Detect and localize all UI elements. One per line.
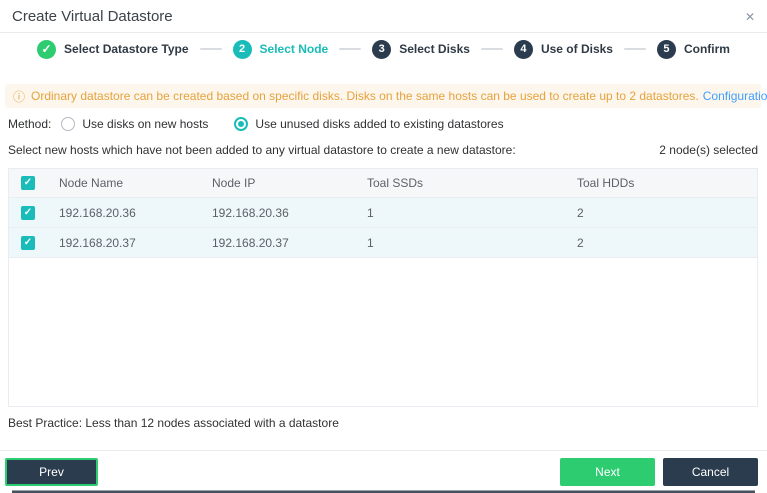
column-header-node-ip: Node IP bbox=[200, 176, 355, 190]
best-practice-note: Best Practice: Less than 12 nodes associ… bbox=[8, 416, 339, 430]
step-1-done-check-icon: ✓ bbox=[37, 40, 56, 59]
method-label: Method: bbox=[8, 117, 51, 131]
step-divider bbox=[200, 48, 222, 50]
cell-node-name: 192.168.20.36 bbox=[47, 206, 200, 220]
close-icon[interactable]: ✕ bbox=[745, 9, 755, 25]
row-checkbox[interactable]: ✓ bbox=[21, 236, 35, 250]
next-button[interactable]: Next bbox=[560, 458, 655, 486]
node-table: ✓ Node Name Node IP Toal SSDs Toal HDDs … bbox=[8, 168, 758, 407]
step-divider bbox=[624, 48, 646, 50]
step-5-label: Confirm bbox=[684, 42, 730, 56]
radio-option-label: Use disks on new hosts bbox=[82, 117, 208, 131]
column-header-node-name: Node Name bbox=[47, 176, 200, 190]
row-checkbox[interactable]: ✓ bbox=[21, 206, 35, 220]
step-5-number: 5 bbox=[657, 40, 676, 59]
cell-toal-ssds: 1 bbox=[355, 206, 565, 220]
info-icon: ⓘ bbox=[13, 88, 25, 105]
step-use-of-disks: 4 Use of Disks bbox=[514, 40, 613, 59]
radio-use-disks-on-new-hosts[interactable]: Use disks on new hosts bbox=[61, 117, 208, 131]
wizard-stepper: ✓ Select Datastore Type 2 Select Node 3 … bbox=[0, 36, 767, 62]
step-4-number: 4 bbox=[514, 40, 533, 59]
step-2-number: 2 bbox=[233, 40, 252, 59]
cancel-button[interactable]: Cancel bbox=[663, 458, 758, 486]
select-all-checkbox[interactable]: ✓ bbox=[21, 176, 35, 190]
instruction-row: Select new hosts which have not been add… bbox=[8, 143, 758, 157]
step-3-number: 3 bbox=[372, 40, 391, 59]
table-header-row: ✓ Node Name Node IP Toal SSDs Toal HDDs bbox=[9, 169, 757, 198]
table-empty-area bbox=[9, 258, 757, 406]
configuration-guide-link[interactable]: Configuration Guide bbox=[703, 89, 767, 103]
cell-node-name: 192.168.20.37 bbox=[47, 236, 200, 250]
select-hosts-instruction: Select new hosts which have not been add… bbox=[8, 143, 516, 157]
cell-node-ip: 192.168.20.37 bbox=[200, 236, 355, 250]
column-header-toal-hdds: Toal HDDs bbox=[565, 176, 757, 190]
table-row[interactable]: ✓ 192.168.20.36 192.168.20.36 1 2 bbox=[9, 198, 757, 228]
selected-node-count: 2 node(s) selected bbox=[659, 143, 758, 157]
step-1-label: Select Datastore Type bbox=[64, 42, 189, 56]
step-select-node: 2 Select Node bbox=[233, 40, 329, 59]
dialog-title: Create Virtual Datastore bbox=[12, 8, 173, 25]
radio-use-unused-disks-existing-datastores[interactable]: Use unused disks added to existing datas… bbox=[234, 117, 503, 131]
footer-actions: Prev Next Cancel bbox=[5, 458, 758, 486]
dialog-header: Create Virtual Datastore ✕ bbox=[0, 0, 767, 33]
row-checkbox-cell: ✓ bbox=[9, 206, 47, 220]
step-select-datastore-type: ✓ Select Datastore Type bbox=[37, 40, 189, 59]
step-4-label: Use of Disks bbox=[541, 42, 613, 56]
column-header-toal-ssds: Toal SSDs bbox=[355, 176, 565, 190]
step-divider bbox=[339, 48, 361, 50]
cell-toal-hdds: 2 bbox=[565, 236, 757, 250]
step-2-label: Select Node bbox=[260, 42, 329, 56]
step-3-label: Select Disks bbox=[399, 42, 470, 56]
create-virtual-datastore-dialog: Create Virtual Datastore ✕ ✓ Select Data… bbox=[0, 0, 767, 493]
radio-selected-icon[interactable] bbox=[234, 117, 248, 131]
method-row: Method: Use disks on new hosts Use unuse… bbox=[8, 114, 530, 134]
warning-banner-text: Ordinary datastore can be created based … bbox=[31, 89, 699, 103]
radio-unselected-icon[interactable] bbox=[61, 117, 75, 131]
header-checkbox-cell: ✓ bbox=[9, 176, 47, 190]
cell-toal-hdds: 2 bbox=[565, 206, 757, 220]
footer-divider bbox=[0, 450, 767, 451]
radio-option-label: Use unused disks added to existing datas… bbox=[255, 117, 503, 131]
row-checkbox-cell: ✓ bbox=[9, 236, 47, 250]
cell-toal-ssds: 1 bbox=[355, 236, 565, 250]
table-row[interactable]: ✓ 192.168.20.37 192.168.20.37 1 2 bbox=[9, 228, 757, 258]
prev-button[interactable]: Prev bbox=[5, 458, 98, 486]
warning-banner: ⓘ Ordinary datastore can be created base… bbox=[5, 84, 761, 108]
cell-node-ip: 192.168.20.36 bbox=[200, 206, 355, 220]
step-confirm: 5 Confirm bbox=[657, 40, 730, 59]
step-divider bbox=[481, 48, 503, 50]
step-select-disks: 3 Select Disks bbox=[372, 40, 470, 59]
